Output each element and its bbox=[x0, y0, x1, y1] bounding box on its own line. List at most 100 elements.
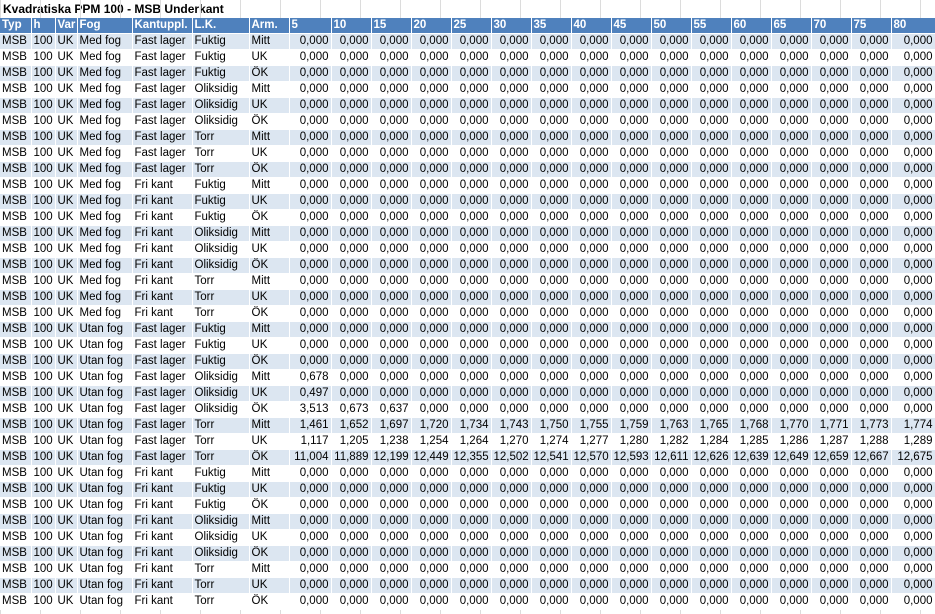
value-cell[interactable]: 0,000 bbox=[611, 113, 652, 130]
value-cell[interactable]: 1,274 bbox=[531, 433, 572, 450]
value-cell[interactable]: 0,000 bbox=[491, 305, 532, 322]
label-cell[interactable]: Utan fog bbox=[77, 401, 133, 418]
value-cell[interactable]: 0,000 bbox=[891, 513, 935, 530]
value-cell[interactable]: 0,000 bbox=[451, 49, 492, 66]
value-cell[interactable]: 0,000 bbox=[571, 401, 612, 418]
value-cell[interactable]: 0,000 bbox=[331, 497, 372, 514]
label-cell[interactable]: Fast lager bbox=[132, 33, 193, 50]
value-cell[interactable]: 0,000 bbox=[891, 369, 935, 386]
label-cell[interactable]: 100 bbox=[31, 257, 56, 274]
value-cell[interactable]: 0,000 bbox=[891, 33, 935, 50]
value-cell[interactable]: 0,000 bbox=[771, 113, 812, 130]
label-cell[interactable]: Fast lager bbox=[132, 433, 193, 450]
value-cell[interactable]: 0,000 bbox=[851, 369, 892, 386]
label-cell[interactable]: Oliksidig bbox=[192, 241, 250, 258]
value-cell[interactable]: 1,759 bbox=[611, 417, 652, 434]
label-cell[interactable]: Utan fog bbox=[77, 385, 133, 402]
value-cell[interactable]: 0,000 bbox=[411, 545, 452, 562]
value-cell[interactable]: 1,774 bbox=[891, 417, 935, 434]
label-cell[interactable]: 100 bbox=[31, 529, 56, 546]
value-cell[interactable]: 0,000 bbox=[611, 145, 652, 162]
label-cell[interactable]: Fast lager bbox=[132, 369, 193, 386]
value-cell[interactable]: 0,000 bbox=[491, 353, 532, 370]
label-cell[interactable]: 100 bbox=[31, 113, 56, 130]
value-cell[interactable]: 0,000 bbox=[411, 497, 452, 514]
label-cell[interactable]: Oliksidig bbox=[192, 257, 250, 274]
value-cell[interactable]: 0,000 bbox=[451, 561, 492, 578]
label-cell[interactable]: Fuktig bbox=[192, 465, 250, 482]
label-cell[interactable]: 100 bbox=[31, 545, 56, 562]
label-cell[interactable]: Oliksidig bbox=[192, 529, 250, 546]
value-cell[interactable]: 0,000 bbox=[811, 545, 852, 562]
value-cell[interactable]: 0,000 bbox=[571, 529, 612, 546]
label-cell[interactable]: UK bbox=[55, 529, 78, 546]
label-cell[interactable]: Mitt bbox=[249, 81, 290, 98]
value-cell[interactable]: 0,000 bbox=[571, 289, 612, 306]
value-cell[interactable]: 12,502 bbox=[491, 449, 532, 466]
value-cell[interactable]: 0,000 bbox=[451, 577, 492, 594]
label-cell[interactable]: Fri kant bbox=[132, 305, 193, 322]
label-cell[interactable]: 100 bbox=[31, 97, 56, 114]
label-cell[interactable]: Fuktig bbox=[192, 321, 250, 338]
value-cell[interactable]: 0,000 bbox=[531, 81, 572, 98]
label-cell[interactable]: Fast lager bbox=[132, 113, 193, 130]
label-cell[interactable]: Fast lager bbox=[132, 401, 193, 418]
value-cell[interactable]: 0,000 bbox=[651, 209, 692, 226]
value-cell[interactable]: 0,000 bbox=[811, 241, 852, 258]
value-cell[interactable]: 0,000 bbox=[451, 129, 492, 146]
value-cell[interactable]: 0,000 bbox=[611, 577, 652, 594]
label-cell[interactable]: UK bbox=[249, 385, 290, 402]
label-cell[interactable]: Oliksidig bbox=[192, 369, 250, 386]
value-cell[interactable]: 0,000 bbox=[731, 97, 772, 114]
value-cell[interactable]: 0,000 bbox=[571, 545, 612, 562]
value-cell[interactable]: 0,000 bbox=[891, 353, 935, 370]
label-cell[interactable]: Torr bbox=[192, 449, 250, 466]
value-cell[interactable]: 0,000 bbox=[691, 97, 732, 114]
value-cell[interactable]: 0,000 bbox=[491, 481, 532, 498]
label-cell[interactable]: Fuktig bbox=[192, 193, 250, 210]
value-cell[interactable]: 0,000 bbox=[891, 241, 935, 258]
value-cell[interactable]: 0,000 bbox=[371, 369, 412, 386]
value-cell[interactable]: 0,000 bbox=[771, 273, 812, 290]
label-cell[interactable]: MSB bbox=[0, 513, 32, 530]
value-cell[interactable]: 0,000 bbox=[289, 353, 332, 370]
value-cell[interactable]: 0,000 bbox=[331, 353, 372, 370]
value-cell[interactable]: 0,678 bbox=[289, 369, 332, 386]
label-cell[interactable]: Fast lager bbox=[132, 161, 193, 178]
label-cell[interactable]: UK bbox=[55, 257, 78, 274]
value-cell[interactable]: 0,000 bbox=[611, 305, 652, 322]
label-cell[interactable]: Fast lager bbox=[132, 353, 193, 370]
label-cell[interactable]: Mitt bbox=[249, 129, 290, 146]
value-cell[interactable]: 0,000 bbox=[531, 177, 572, 194]
value-cell[interactable]: 0,000 bbox=[331, 481, 372, 498]
value-cell[interactable]: 0,000 bbox=[451, 209, 492, 226]
column-header[interactable]: Kantuppl. bbox=[132, 18, 193, 34]
value-cell[interactable]: 0,000 bbox=[531, 529, 572, 546]
value-cell[interactable]: 0,000 bbox=[811, 129, 852, 146]
value-cell[interactable]: 0,000 bbox=[411, 561, 452, 578]
value-cell[interactable]: 0,000 bbox=[331, 385, 372, 402]
value-cell[interactable]: 0,000 bbox=[491, 113, 532, 130]
value-cell[interactable]: 0,000 bbox=[771, 241, 812, 258]
value-cell[interactable]: 0,000 bbox=[851, 401, 892, 418]
label-cell[interactable]: Med fog bbox=[77, 305, 133, 322]
value-cell[interactable]: 0,000 bbox=[691, 65, 732, 82]
value-cell[interactable]: 0,000 bbox=[851, 65, 892, 82]
column-header[interactable]: 75 bbox=[851, 18, 892, 34]
value-cell[interactable]: 0,000 bbox=[411, 209, 452, 226]
value-cell[interactable]: 0,000 bbox=[731, 593, 772, 610]
value-cell[interactable]: 0,000 bbox=[691, 177, 732, 194]
label-cell[interactable]: Utan fog bbox=[77, 593, 133, 610]
value-cell[interactable]: 0,000 bbox=[851, 145, 892, 162]
label-cell[interactable]: 100 bbox=[31, 401, 56, 418]
column-header[interactable]: 5 bbox=[289, 18, 332, 34]
value-cell[interactable]: 0,000 bbox=[651, 593, 692, 610]
value-cell[interactable]: 0,637 bbox=[371, 401, 412, 418]
value-cell[interactable]: 0,000 bbox=[289, 337, 332, 354]
value-cell[interactable]: 0,000 bbox=[651, 65, 692, 82]
value-cell[interactable]: 0,000 bbox=[731, 577, 772, 594]
value-cell[interactable]: 0,000 bbox=[411, 129, 452, 146]
value-cell[interactable]: 0,000 bbox=[811, 49, 852, 66]
value-cell[interactable]: 0,000 bbox=[811, 225, 852, 242]
value-cell[interactable]: 0,000 bbox=[411, 49, 452, 66]
